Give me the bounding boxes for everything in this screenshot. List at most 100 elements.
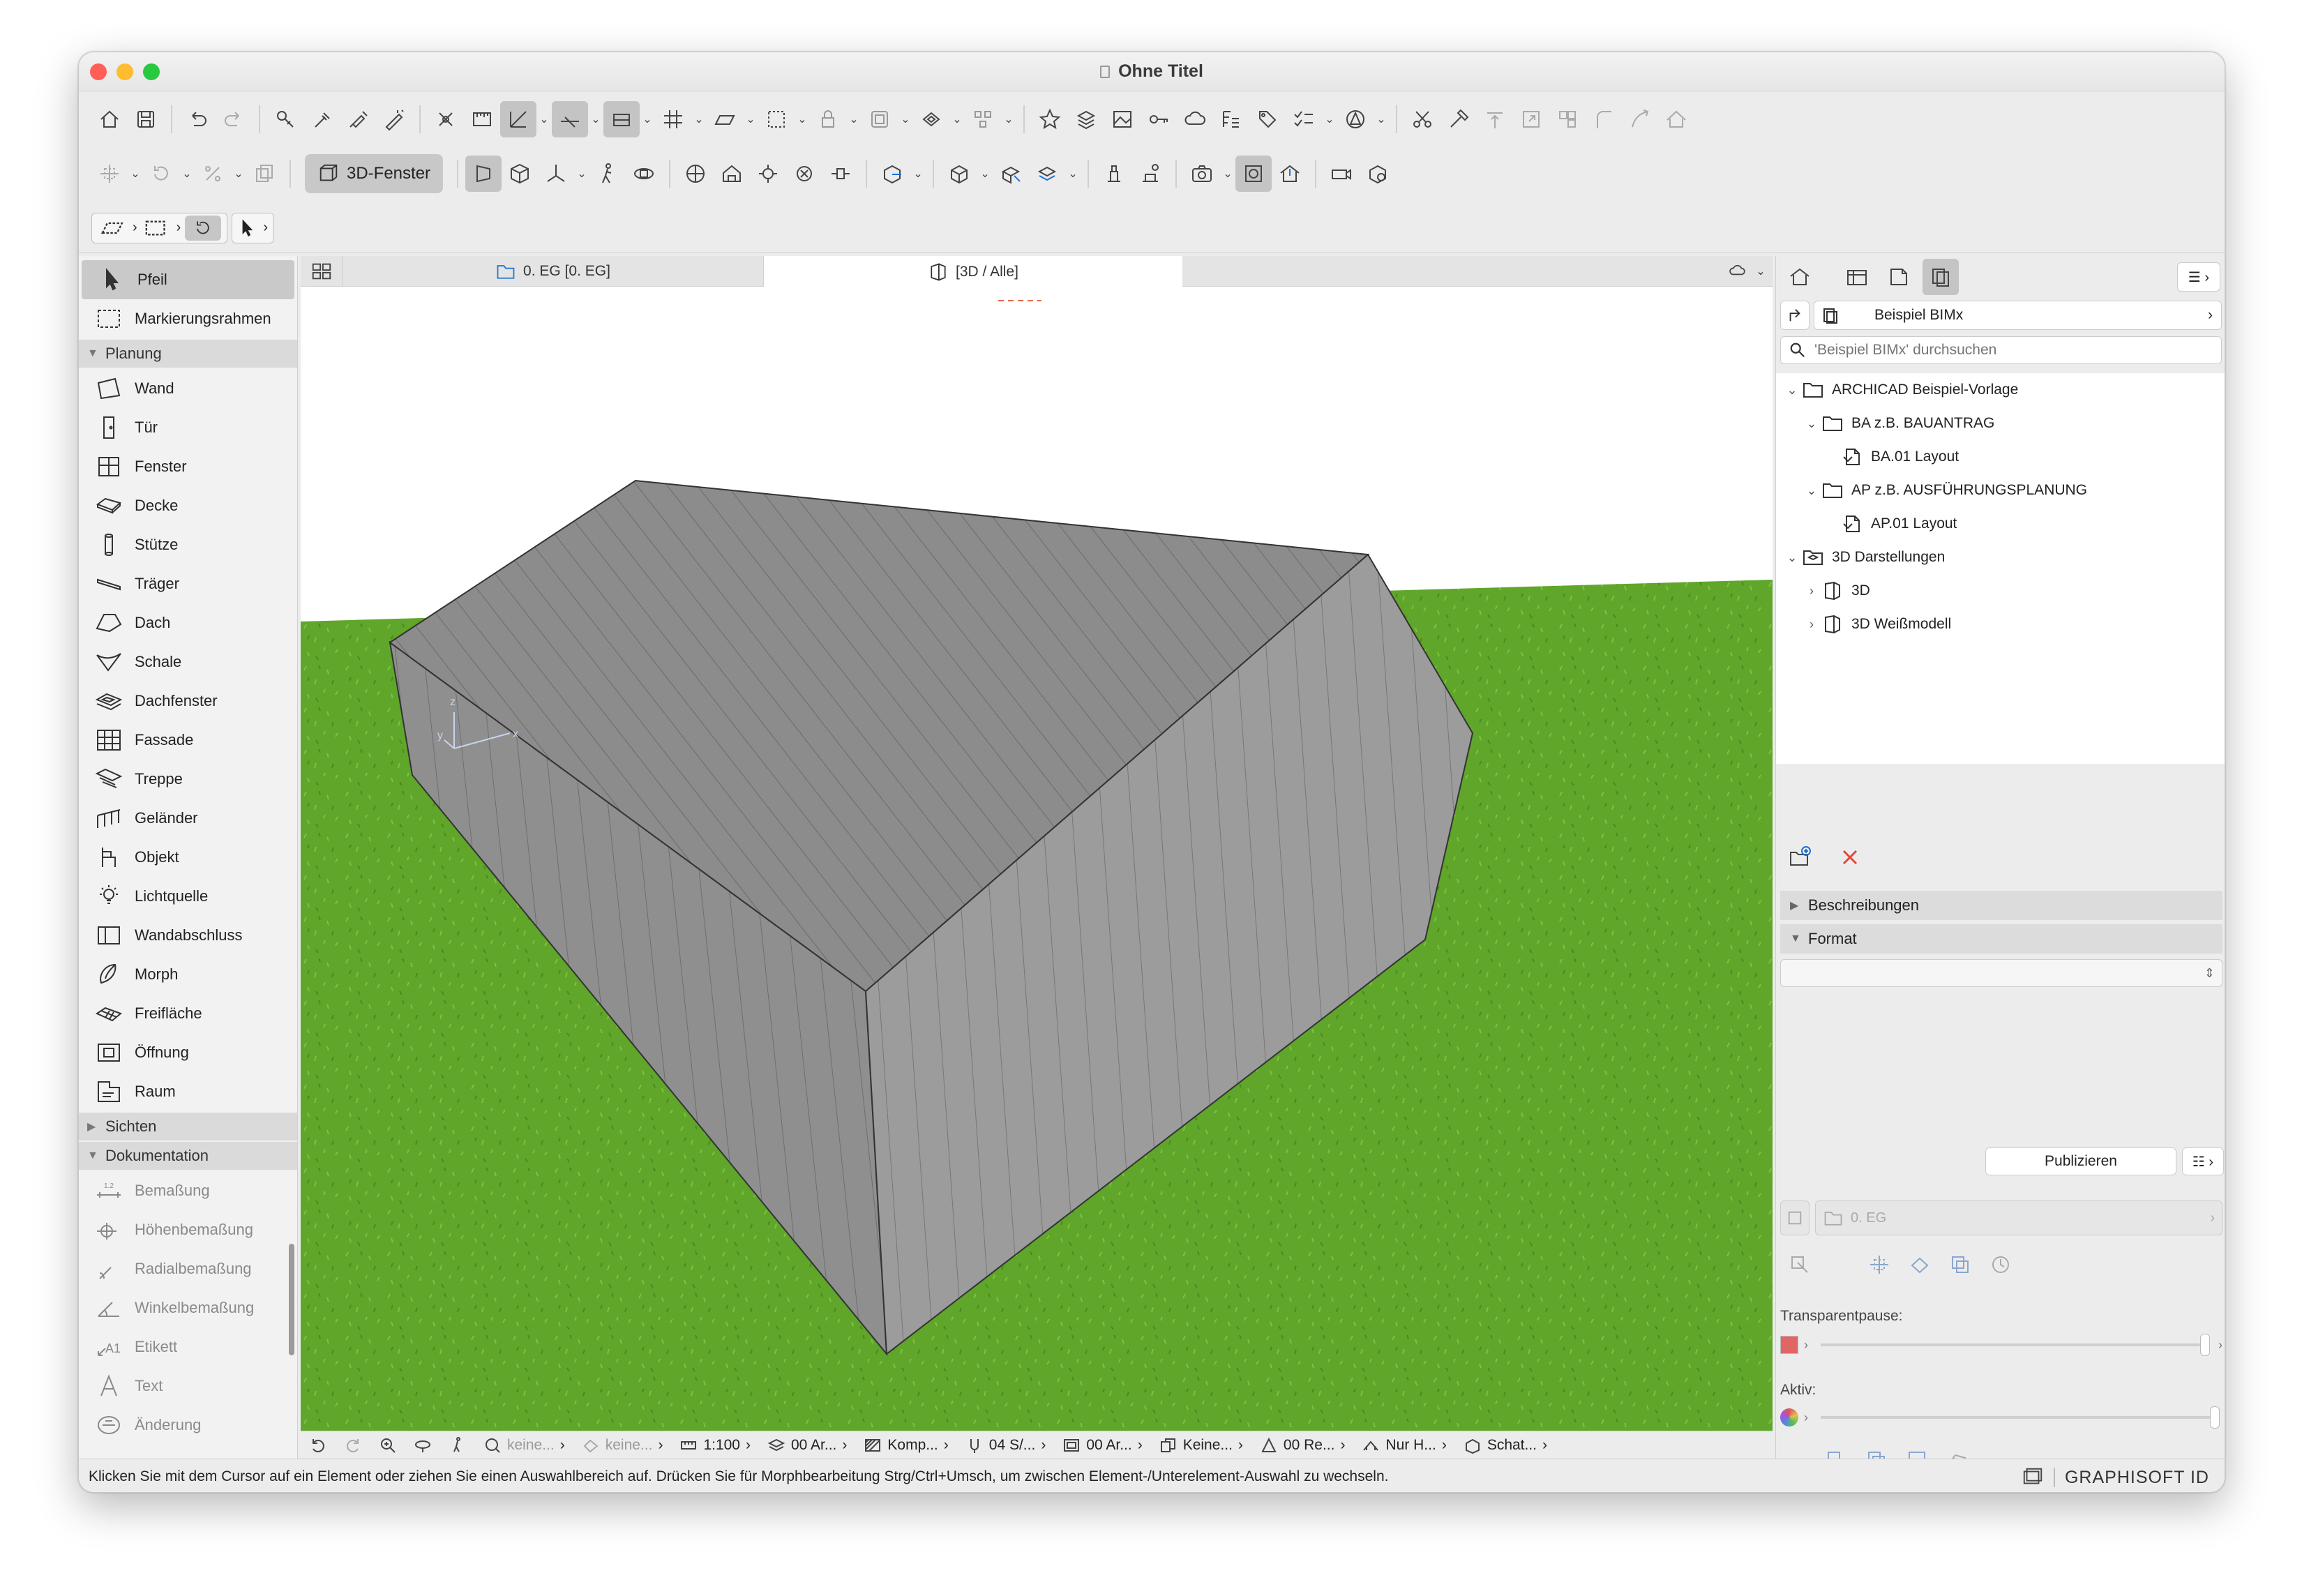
multiply-icon[interactable]: [1549, 101, 1586, 137]
structure-selector[interactable]: 04 S/... ›: [957, 1436, 1055, 1454]
layer-combo-selector[interactable]: keine... ›: [475, 1436, 573, 1454]
model-view-selector[interactable]: 00 Ar... ›: [1054, 1436, 1150, 1454]
fillet-icon[interactable]: [1586, 101, 1622, 137]
tool-wand[interactable]: Wand: [79, 369, 297, 408]
add-layout-icon[interactable]: [1902, 1247, 1938, 1283]
tool-winkelbemassung[interactable]: Winkelbemaßung: [79, 1288, 297, 1327]
graphic-override-selector[interactable]: 00 Re... ›: [1251, 1436, 1354, 1454]
sun-icon[interactable]: [1132, 156, 1168, 192]
orbit-button[interactable]: [405, 1436, 440, 1454]
view-map-icon[interactable]: [1839, 259, 1875, 295]
chevron-down-icon[interactable]: ⌄: [1220, 156, 1235, 192]
curve-icon[interactable]: [1622, 101, 1658, 137]
publish-options-button[interactable]: ☷ ›: [2182, 1147, 2224, 1175]
selection-method-box[interactable]: › ›: [91, 212, 228, 243]
grid-icon[interactable]: [655, 101, 691, 137]
search-field[interactable]: [1780, 336, 2222, 364]
chevron-down-icon[interactable]: ⌄: [1065, 156, 1081, 192]
active-slider[interactable]: [1821, 1406, 2220, 1429]
save-icon[interactable]: [128, 101, 164, 137]
scissors-icon[interactable]: [1404, 101, 1440, 137]
bimx-icon[interactable]: [1360, 156, 1396, 192]
explode-icon[interactable]: [1029, 156, 1065, 192]
chevron-down-icon[interactable]: ⌄: [949, 101, 965, 137]
chevron-right-icon[interactable]: ›: [1803, 617, 1821, 632]
magic-wand-icon[interactable]: [376, 101, 412, 137]
tab-options[interactable]: ⌄: [1721, 256, 1773, 287]
chevron-right-icon[interactable]: ›: [1803, 584, 1821, 598]
pen-set-selector[interactable]: Komp... ›: [855, 1436, 956, 1454]
tool-traeger[interactable]: Träger: [79, 564, 297, 603]
guide-lines-icon[interactable]: [500, 101, 536, 137]
chevron-down-icon[interactable]: ⌄: [1783, 550, 1801, 565]
section-dokumentation[interactable]: ▼ Dokumentation: [79, 1142, 297, 1170]
new-folder-icon[interactable]: [1782, 839, 1818, 875]
chevron-down-icon[interactable]: ⌄: [1322, 101, 1337, 137]
percent-icon[interactable]: [195, 156, 231, 192]
3d-view-toggle-icon[interactable]: [1235, 156, 1272, 192]
render-icon[interactable]: [1096, 156, 1132, 192]
3d-viewport[interactable]: z x y: [301, 287, 1773, 1432]
elevation-icon[interactable]: [714, 156, 750, 192]
tag-icon[interactable]: [1249, 101, 1286, 137]
copy-icon[interactable]: [246, 156, 283, 192]
publish-button[interactable]: Publizieren: [1985, 1147, 2176, 1175]
section-planung[interactable]: ▼ Planung: [79, 340, 297, 368]
story-field[interactable]: 0. EG ›: [1815, 1200, 2222, 1235]
walk-button[interactable]: [440, 1436, 475, 1454]
roof-tool-icon[interactable]: [1658, 101, 1694, 137]
axonometry-icon[interactable]: [502, 156, 538, 192]
tool-schale[interactable]: Schale: [79, 642, 297, 682]
group-icon[interactable]: [862, 101, 898, 137]
set-back-button[interactable]: [1780, 301, 1810, 330]
format-header[interactable]: ▼ Format: [1780, 924, 2222, 954]
morph-shape-icon[interactable]: [1337, 101, 1374, 137]
close-button[interactable]: [90, 63, 107, 80]
worksheet-icon[interactable]: [786, 156, 822, 192]
graphisoft-id[interactable]: GRAPHISOFT ID: [2022, 1466, 2209, 1489]
star-icon[interactable]: [1032, 101, 1068, 137]
color-swatch-red[interactable]: [1780, 1336, 1798, 1354]
check-list-icon[interactable]: [1286, 101, 1322, 137]
tool-stuetze[interactable]: Stütze: [79, 525, 297, 564]
key-icon[interactable]: [1141, 101, 1177, 137]
tool-aenderung[interactable]: Änderung: [79, 1406, 297, 1445]
chevron-down-icon[interactable]: ⌄: [128, 156, 143, 192]
color-wheel-icon[interactable]: [1780, 1408, 1798, 1426]
refresh-icon[interactable]: [1983, 1247, 2019, 1283]
chevron-down-icon[interactable]: ⌄: [910, 156, 926, 192]
tool-objekt[interactable]: Objekt: [79, 838, 297, 877]
story-icon-button[interactable]: [1780, 1200, 1810, 1235]
tool-wandabschluss[interactable]: Wandabschluss: [79, 916, 297, 955]
snap-points-icon[interactable]: [428, 101, 464, 137]
chevron-down-icon[interactable]: ⌄: [588, 101, 603, 137]
renovation-selector[interactable]: Keine... ›: [1151, 1436, 1251, 1454]
tree-item[interactable]: ⌄ 3D Darstellungen: [1776, 541, 2225, 574]
redo-icon[interactable]: [216, 101, 252, 137]
schedule-icon[interactable]: [1213, 101, 1249, 137]
chevron-down-icon[interactable]: ⌄: [743, 101, 758, 137]
tool-morph[interactable]: Morph: [79, 955, 297, 994]
interior-elevation-icon[interactable]: [822, 156, 859, 192]
tree-item[interactable]: BA.01 Layout: [1776, 440, 2225, 474]
clone-icon[interactable]: [1942, 1247, 1978, 1283]
view-settings-icon[interactable]: [1782, 1247, 1818, 1283]
layers-selector[interactable]: 00 Ar... ›: [759, 1436, 855, 1454]
tool-markierungsrahmen[interactable]: Markierungsrahmen: [79, 299, 297, 338]
chevron-down-icon[interactable]: ⌄: [231, 156, 246, 192]
format-select[interactable]: ⇕: [1780, 959, 2222, 987]
tool-etikett[interactable]: A1 Etikett: [79, 1327, 297, 1367]
chevron-down-icon[interactable]: ⌄: [898, 101, 913, 137]
marquee-3d-icon[interactable]: [993, 156, 1029, 192]
tool-hoehenbemassung[interactable]: Höhenbemaßung: [79, 1210, 297, 1249]
3d-scene[interactable]: z x y: [301, 287, 1773, 1432]
chevron-down-icon[interactable]: ⌄: [795, 101, 810, 137]
publisher-sets-icon[interactable]: [1923, 259, 1959, 295]
layers-icon[interactable]: [1068, 101, 1104, 137]
selection-icon[interactable]: [758, 101, 795, 137]
tool-fenster[interactable]: Fenster: [79, 447, 297, 486]
tab-grid-overview[interactable]: [301, 256, 343, 287]
elevate-icon[interactable]: [1477, 101, 1513, 137]
tool-tuer[interactable]: Tür: [79, 408, 297, 447]
tree-item[interactable]: AP.01 Layout: [1776, 507, 2225, 541]
